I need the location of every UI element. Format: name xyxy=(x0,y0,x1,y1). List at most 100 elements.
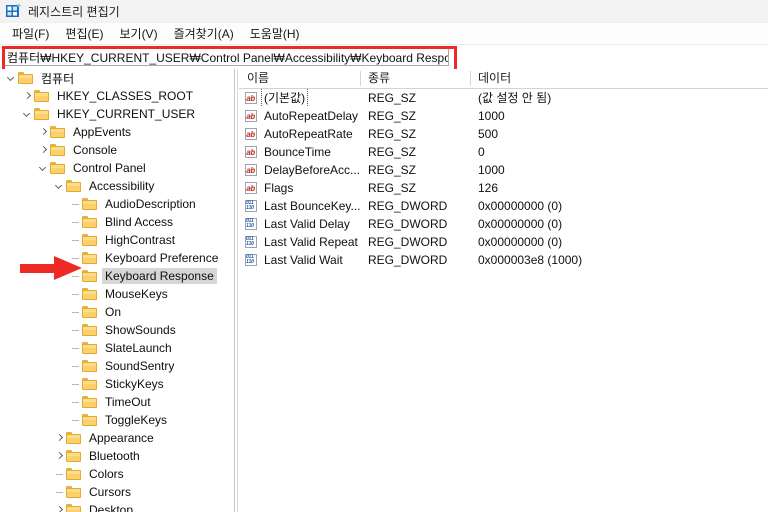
tree-line-icon xyxy=(68,231,82,249)
value-type-cell: REG_DWORD xyxy=(368,253,448,267)
tree-line-icon xyxy=(68,375,82,393)
value-row[interactable]: ab DelayBeforeAcc... REG_SZ 1000 xyxy=(239,161,768,179)
tree-node-cursors[interactable]: Cursors xyxy=(0,483,234,501)
tree-line-icon xyxy=(68,285,82,303)
folder-icon xyxy=(66,449,82,463)
chevron-down-icon[interactable] xyxy=(4,69,18,87)
value-list-pane: 이름 종류 데이터 ab (기본값) REG_SZ (값 설정 안 됨) ab AutoR… xyxy=(239,69,768,512)
folder-icon xyxy=(18,71,34,85)
folder-icon xyxy=(34,89,50,103)
tree-node-label: HKEY_CURRENT_USER xyxy=(57,107,196,121)
folder-icon xyxy=(34,107,50,121)
value-row[interactable]: ab AutoRepeatDelay REG_SZ 1000 xyxy=(239,107,768,125)
column-data[interactable]: 데이터 xyxy=(470,69,748,88)
chevron-right-icon[interactable] xyxy=(36,123,50,141)
tree-node-mousekeys[interactable]: MouseKeys xyxy=(0,285,234,303)
tree-node-hkey-current-user[interactable]: HKEY_CURRENT_USER xyxy=(0,105,234,123)
column-type[interactable]: 종류 xyxy=(360,69,470,88)
chevron-right-icon[interactable] xyxy=(52,447,66,465)
folder-icon xyxy=(82,323,98,337)
value-name-label: Last Valid Wait xyxy=(264,253,343,267)
dword-value-icon: 011 110 xyxy=(245,253,258,267)
value-type-cell: REG_SZ xyxy=(368,181,417,195)
tree-node-desktop[interactable]: Desktop xyxy=(0,501,234,512)
value-row[interactable]: 011 110 Last Valid Repeat REG_DWORD 0x000000… xyxy=(239,233,768,251)
value-data-cell: 126 xyxy=(478,181,499,195)
tree-node-appearance[interactable]: Appearance xyxy=(0,429,234,447)
value-name-label: DelayBeforeAcc... xyxy=(264,163,360,177)
tree-node-soundsentry[interactable]: SoundSentry xyxy=(0,357,234,375)
tree-node-label: Control Panel xyxy=(73,161,146,175)
chevron-down-icon[interactable] xyxy=(52,177,66,195)
chevron-right-icon[interactable] xyxy=(20,87,34,105)
tree-line-icon xyxy=(68,321,82,339)
tree-node-keyboard-preference[interactable]: Keyboard Preference xyxy=(0,249,234,267)
address-bar-area: 컴퓨터₩HKEY_CURRENT_USER₩Control Panel₩Acce… xyxy=(0,45,768,72)
value-row[interactable]: 011 110 Last Valid Wait REG_DWORD 0x000003e8… xyxy=(239,251,768,269)
tree-node-label: 컴퓨터 xyxy=(41,71,75,86)
tree-node-bluetooth[interactable]: Bluetooth xyxy=(0,447,234,465)
value-data-cell: 1000 xyxy=(478,163,505,177)
dword-value-icon: 011 110 xyxy=(245,235,258,249)
tree-node-blind-access[interactable]: Blind Access xyxy=(0,213,234,231)
tree-node-label: AudioDescription xyxy=(105,197,196,211)
tree-node-keyboard-response[interactable]: Keyboard Response xyxy=(0,267,234,285)
tree-node-label: MouseKeys xyxy=(105,287,168,301)
tree-node-on[interactable]: On xyxy=(0,303,234,321)
value-row[interactable]: 011 110 Last Valid Delay REG_DWORD 0x0000000… xyxy=(239,215,768,233)
tree-node-control-panel[interactable]: Control Panel xyxy=(0,159,234,177)
folder-icon xyxy=(50,161,66,175)
value-row[interactable]: ab Flags REG_SZ 126 xyxy=(239,179,768,197)
registry-tree[interactable]: 컴퓨터 HKEY_CLASSES_ROOT HKEY_CURRENT_USER App… xyxy=(0,69,234,512)
value-name-cell: ab DelayBeforeAcc... xyxy=(239,161,360,179)
tree-node-label: On xyxy=(105,305,122,319)
value-name-label: BounceTime xyxy=(264,145,331,159)
tree-node-stickykeys[interactable]: StickyKeys xyxy=(0,375,234,393)
value-name-label: AutoRepeatRate xyxy=(264,127,353,141)
menu-edit[interactable]: 편집(E) xyxy=(57,23,111,44)
folder-icon xyxy=(82,269,98,283)
menu-view[interactable]: 보기(V) xyxy=(111,23,165,44)
column-name[interactable]: 이름 xyxy=(239,69,360,88)
address-input[interactable]: 컴퓨터₩HKEY_CURRENT_USER₩Control Panel₩Acce… xyxy=(3,48,449,66)
menu-file[interactable]: 파일(F) xyxy=(4,23,57,44)
value-row[interactable]: ab (기본값) REG_SZ (값 설정 안 됨) xyxy=(239,89,768,107)
tree-line-icon xyxy=(68,339,82,357)
tree-node-console[interactable]: Console xyxy=(0,141,234,159)
value-row[interactable]: ab BounceTime REG_SZ 0 xyxy=(239,143,768,161)
tree-node-togglekeys[interactable]: ToggleKeys xyxy=(0,411,234,429)
chevron-right-icon[interactable] xyxy=(52,501,66,512)
tree-node-label: ToggleKeys xyxy=(105,413,168,427)
tree-node-hkey-classes-root[interactable]: HKEY_CLASSES_ROOT xyxy=(0,87,234,105)
chevron-down-icon[interactable] xyxy=(36,159,50,177)
chevron-down-icon[interactable] xyxy=(20,105,34,123)
tree-node-컴퓨터[interactable]: 컴퓨터 xyxy=(0,69,234,87)
menu-favorites[interactable]: 즐겨찾기(A) xyxy=(166,23,242,44)
dword-value-icon: 011 110 xyxy=(245,217,258,231)
folder-icon xyxy=(82,251,98,265)
value-type-cell: REG_SZ xyxy=(368,163,417,177)
tree-node-appevents[interactable]: AppEvents xyxy=(0,123,234,141)
tree-node-slatelaunch[interactable]: SlateLaunch xyxy=(0,339,234,357)
value-row[interactable]: ab AutoRepeatRate REG_SZ 500 xyxy=(239,125,768,143)
tree-node-highcontrast[interactable]: HighContrast xyxy=(0,231,234,249)
registry-editor-icon xyxy=(6,4,21,18)
tree-node-colors[interactable]: Colors xyxy=(0,465,234,483)
value-row[interactable]: 011 110 Last BounceKey... REG_DWORD 0x000000… xyxy=(239,197,768,215)
tree-node-audiodescription[interactable]: AudioDescription xyxy=(0,195,234,213)
folder-icon xyxy=(82,359,98,373)
tree-node-accessibility[interactable]: Accessibility xyxy=(0,177,234,195)
chevron-right-icon[interactable] xyxy=(36,141,50,159)
string-value-icon: ab xyxy=(245,145,258,159)
tree-node-label: SlateLaunch xyxy=(105,341,172,355)
value-data-cell: 0 xyxy=(478,145,485,159)
value-type-cell: REG_SZ xyxy=(368,109,417,123)
tree-node-timeout[interactable]: TimeOut xyxy=(0,393,234,411)
main-content: 컴퓨터 HKEY_CLASSES_ROOT HKEY_CURRENT_USER App… xyxy=(0,69,768,512)
folder-icon xyxy=(82,395,98,409)
tree-node-showsounds[interactable]: ShowSounds xyxy=(0,321,234,339)
tree-node-label: Cursors xyxy=(89,485,132,499)
tree-node-label: Accessibility xyxy=(89,179,155,193)
chevron-right-icon[interactable] xyxy=(52,429,66,447)
menu-help[interactable]: 도움말(H) xyxy=(242,23,308,44)
